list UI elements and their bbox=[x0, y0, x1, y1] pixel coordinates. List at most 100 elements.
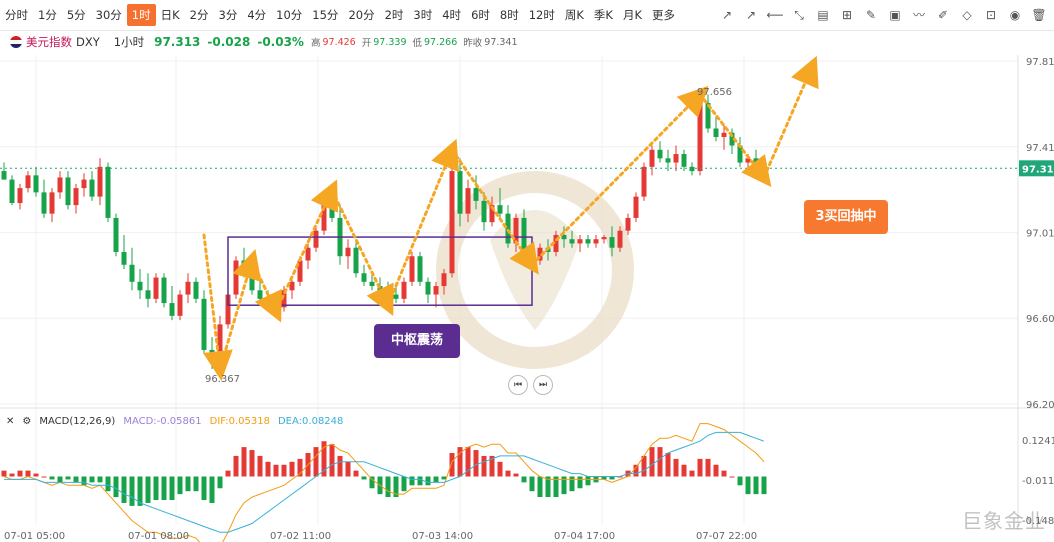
settings-icon[interactable]: ⚙ bbox=[22, 416, 31, 427]
macd-bar bbox=[97, 476, 103, 483]
low-label: 96.367 bbox=[205, 374, 240, 385]
timeframe-16[interactable]: 8时 bbox=[495, 7, 524, 23]
period-select[interactable]: 1小时 bbox=[114, 34, 144, 50]
picture-icon[interactable]: ▣ bbox=[886, 6, 904, 24]
candle bbox=[201, 298, 207, 350]
timeframe-15[interactable]: 6时 bbox=[466, 7, 495, 23]
macd-bar bbox=[745, 476, 751, 495]
macd-bar bbox=[161, 476, 167, 501]
candle bbox=[449, 171, 455, 274]
macd-bar bbox=[681, 464, 687, 477]
candle bbox=[17, 188, 23, 204]
parallel-channel-icon[interactable]: ⤡ bbox=[790, 6, 808, 24]
measure-icon[interactable]: ⊞ bbox=[838, 6, 856, 24]
macd-bar bbox=[529, 476, 535, 492]
current-price-label: 97.313 bbox=[1022, 164, 1054, 175]
candle bbox=[497, 205, 503, 214]
macd-bar bbox=[729, 476, 735, 478]
candle bbox=[97, 166, 103, 197]
close-icon[interactable]: ✕ bbox=[6, 416, 14, 427]
timeframe-12[interactable]: 2时 bbox=[380, 7, 409, 23]
skip-forward-icon[interactable]: ⏭ bbox=[533, 375, 553, 395]
timeframe-0[interactable]: 分时 bbox=[0, 7, 33, 23]
macd-title[interactable]: MACD(12,26,9) bbox=[39, 416, 115, 427]
buy3-note: 3买回抽中 bbox=[804, 200, 888, 234]
timeframe-1[interactable]: 1分 bbox=[33, 7, 62, 23]
wave-icon[interactable]: 〰 bbox=[910, 6, 928, 24]
pivot-note: 中枢震荡 bbox=[374, 324, 460, 358]
candle bbox=[137, 281, 143, 291]
macd-bar bbox=[497, 461, 503, 477]
timeframe-10[interactable]: 15分 bbox=[307, 7, 343, 23]
candle bbox=[305, 247, 311, 261]
timeframe-21[interactable]: 更多 bbox=[647, 7, 680, 23]
fibonacci-icon[interactable]: ▤ bbox=[814, 6, 832, 24]
macd-y-tick-label: 0.12419 bbox=[1022, 436, 1054, 447]
candle bbox=[81, 179, 87, 189]
candle bbox=[609, 237, 615, 248]
macd-bar bbox=[401, 476, 407, 492]
candle bbox=[161, 277, 167, 304]
candle bbox=[361, 273, 367, 282]
chart-canvas[interactable]: 0.12419-0.01192-0.14803 97.81797.41497.0… bbox=[0, 0, 1054, 542]
macd-bar bbox=[665, 452, 671, 477]
y-tick-label: 97.011 bbox=[1026, 229, 1054, 240]
timeframe-5[interactable]: 日K bbox=[156, 7, 185, 23]
eye-icon[interactable]: ◉ bbox=[1006, 6, 1024, 24]
timeframe-17[interactable]: 12时 bbox=[524, 7, 560, 23]
lock-icon[interactable]: ⊡ bbox=[982, 6, 1000, 24]
candle bbox=[593, 239, 599, 244]
symbol-name[interactable]: 美元指数 bbox=[26, 34, 72, 50]
macd-bar bbox=[697, 458, 703, 477]
macd-bar bbox=[153, 476, 159, 501]
drawing-tools: ↗ ↗ ⟵ ⤡ ▤ ⊞ ✎ ▣ 〰 ✐ ◇ ⊡ ◉ 🗑 bbox=[718, 6, 1048, 24]
macd-bar bbox=[281, 464, 287, 477]
candle bbox=[41, 192, 47, 214]
candle bbox=[73, 188, 79, 206]
macd-bar bbox=[25, 470, 31, 477]
skip-back-icon[interactable]: ⏮ bbox=[508, 375, 528, 395]
trend-line-icon[interactable]: ↗ bbox=[718, 6, 736, 24]
x-tick-label: 07-02 11:00 bbox=[270, 531, 331, 542]
timeframe-4[interactable]: 1时 bbox=[126, 4, 156, 26]
candle bbox=[329, 205, 335, 218]
edit-icon[interactable]: ✐ bbox=[934, 6, 952, 24]
macd-bar bbox=[409, 476, 415, 486]
timeframe-19[interactable]: 季K bbox=[589, 7, 618, 23]
candle bbox=[1, 171, 7, 180]
macd-bar bbox=[249, 450, 255, 477]
macd-bar bbox=[537, 476, 543, 498]
macd-bar bbox=[633, 464, 639, 477]
timeframe-3[interactable]: 30分 bbox=[91, 7, 127, 23]
macd-bar bbox=[193, 476, 199, 492]
timeframe-11[interactable]: 20分 bbox=[343, 7, 379, 23]
timeframe-14[interactable]: 4时 bbox=[437, 7, 466, 23]
timeframe-6[interactable]: 2分 bbox=[185, 7, 214, 23]
low-value: 97.266 bbox=[424, 36, 458, 48]
macd-bar bbox=[17, 470, 23, 477]
macd-bar bbox=[209, 476, 215, 503]
timeframe-9[interactable]: 10分 bbox=[271, 7, 307, 23]
candle bbox=[25, 175, 31, 189]
horizontal-line-icon[interactable]: ⟵ bbox=[766, 6, 784, 24]
candle bbox=[417, 256, 423, 282]
pen-icon[interactable]: ✎ bbox=[862, 6, 880, 24]
timeframe-8[interactable]: 4分 bbox=[242, 7, 271, 23]
timeframe-13[interactable]: 3时 bbox=[408, 7, 437, 23]
timeframe-18[interactable]: 周K bbox=[560, 7, 589, 23]
timeframe-2[interactable]: 5分 bbox=[62, 7, 91, 23]
zigzag-arrow bbox=[250, 258, 282, 323]
macd-bar bbox=[657, 447, 663, 477]
candle bbox=[425, 281, 431, 295]
ray-icon[interactable]: ↗ bbox=[742, 6, 760, 24]
candle bbox=[121, 251, 127, 265]
eraser-icon[interactable]: ◇ bbox=[958, 6, 976, 24]
symbol-code[interactable]: DXY bbox=[76, 35, 100, 49]
timeframe-20[interactable]: 月K bbox=[618, 7, 647, 23]
macd-bar bbox=[585, 476, 591, 486]
trash-icon[interactable]: 🗑 bbox=[1030, 6, 1048, 24]
timeframe-7[interactable]: 3分 bbox=[214, 7, 243, 23]
candle bbox=[385, 290, 391, 295]
macd-bar bbox=[313, 447, 319, 477]
candle bbox=[49, 192, 55, 214]
